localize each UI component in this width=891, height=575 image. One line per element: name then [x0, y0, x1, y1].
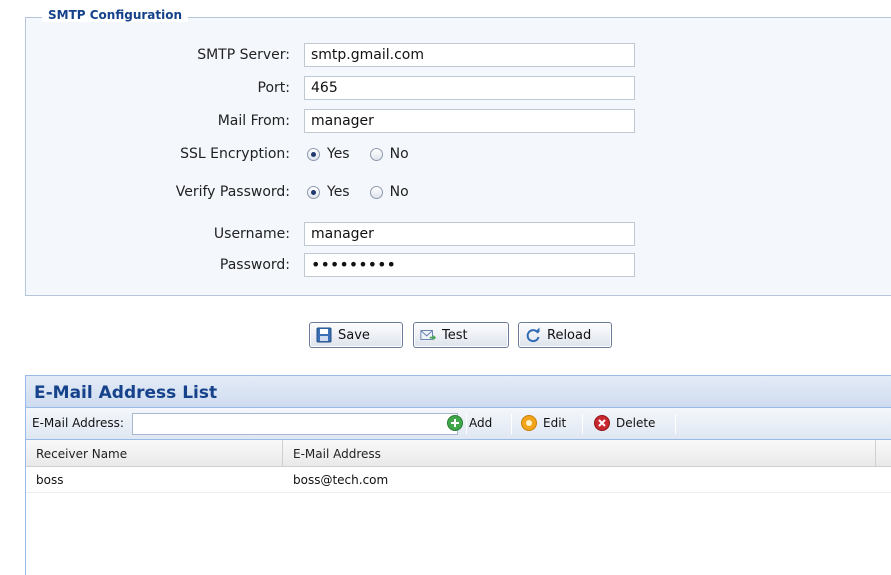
- edit-label: Edit: [543, 416, 567, 430]
- smtp-configuration-legend: SMTP Configuration: [42, 8, 189, 22]
- email-grid-header: Receiver Name E-Mail Address: [26, 440, 891, 467]
- floppy-disk-icon: [316, 327, 332, 343]
- port-input[interactable]: 465: [304, 76, 635, 100]
- verify-password-label: Verify Password:: [175, 184, 290, 200]
- ssl-yes-label: Yes: [327, 146, 350, 162]
- delete-button[interactable]: Delete: [594, 415, 655, 431]
- column-divider: [875, 440, 876, 467]
- edit-icon: [521, 415, 537, 431]
- ssl-encryption-label: SSL Encryption:: [180, 146, 290, 162]
- reload-label: Reload: [547, 327, 592, 343]
- plus-circle-icon: [447, 415, 463, 431]
- column-header-receiver-name[interactable]: Receiver Name: [36, 447, 127, 461]
- column-divider: [282, 440, 283, 467]
- verify-no-radio[interactable]: [369, 185, 383, 199]
- toolbar-separator: [582, 414, 583, 434]
- email-address-input[interactable]: [132, 413, 458, 435]
- toolbar-separator: [511, 414, 512, 434]
- ssl-encryption-radio-group: Yes No: [307, 143, 409, 165]
- ssl-yes-option[interactable]: Yes: [307, 146, 350, 162]
- toolbar-separator: [675, 414, 676, 434]
- username-label: Username:: [213, 226, 290, 242]
- verify-yes-option[interactable]: Yes: [307, 184, 350, 200]
- username-input[interactable]: manager: [304, 222, 635, 246]
- reload-button[interactable]: Reload: [518, 322, 612, 348]
- verify-yes-radio[interactable]: [307, 185, 320, 199]
- verify-password-radio-group: Yes No: [307, 181, 409, 203]
- verify-yes-label: Yes: [327, 184, 350, 200]
- refresh-icon: [525, 327, 541, 343]
- add-button[interactable]: Add: [447, 415, 492, 431]
- email-list-title: E-Mail Address List: [26, 376, 891, 408]
- delete-icon: [594, 415, 610, 431]
- delete-label: Delete: [616, 416, 656, 430]
- smtp-server-label: SMTP Server:: [197, 47, 290, 63]
- email-address-cell: boss@tech.com: [293, 473, 389, 487]
- verify-no-label: No: [389, 184, 409, 200]
- ssl-yes-radio[interactable]: [307, 147, 320, 161]
- email-list-toolbar: E-Mail Address: Add Edit Delete: [26, 408, 891, 440]
- ssl-no-radio[interactable]: [369, 147, 383, 161]
- ssl-no-label: No: [389, 146, 409, 162]
- mail-from-input[interactable]: manager: [304, 109, 635, 133]
- save-button[interactable]: Save: [309, 322, 403, 348]
- save-label: Save: [338, 327, 370, 343]
- email-address-list-panel: E-Mail Address List E-Mail Address: Add: [25, 375, 891, 575]
- test-label: Test: [442, 327, 468, 343]
- port-label: Port:: [257, 80, 290, 96]
- verify-no-option[interactable]: No: [369, 184, 409, 200]
- password-input[interactable]: •••••••••: [304, 253, 635, 277]
- table-row[interactable]: boss boss@tech.com: [26, 467, 891, 493]
- mail-from-label: Mail From:: [217, 113, 290, 129]
- column-header-email-address[interactable]: E-Mail Address: [293, 447, 381, 461]
- ssl-no-option[interactable]: No: [369, 146, 409, 162]
- password-label: Password:: [219, 257, 290, 273]
- smtp-server-input[interactable]: smtp.gmail.com: [304, 43, 635, 67]
- edit-button[interactable]: Edit: [521, 415, 566, 431]
- mail-send-icon: [420, 327, 436, 343]
- receiver-name-cell: boss: [36, 473, 64, 487]
- add-label: Add: [469, 416, 493, 430]
- email-address-label: E-Mail Address:: [32, 416, 124, 430]
- test-button[interactable]: Test: [413, 322, 509, 348]
